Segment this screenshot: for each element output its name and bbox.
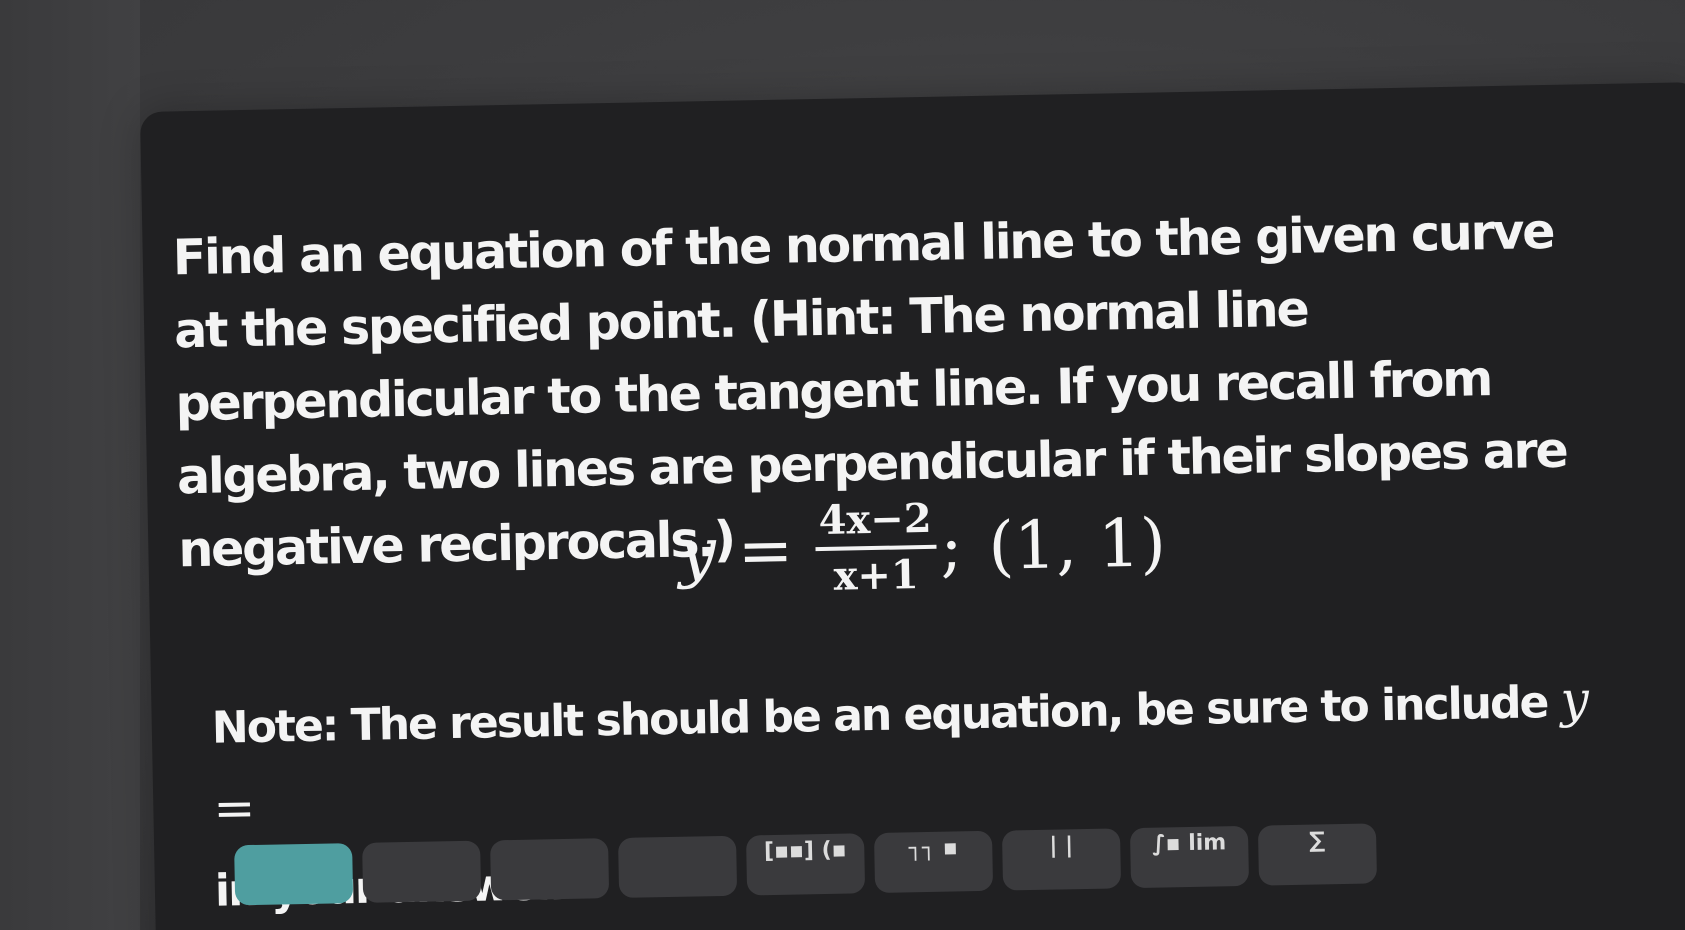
toolbar-button[interactable]	[490, 838, 610, 901]
absolute-value-icon[interactable]: | |	[1001, 828, 1122, 891]
question-panel: Find an equation of the normal line to t…	[140, 82, 1685, 930]
fraction-numerator: 4x−2	[818, 494, 933, 545]
equation-lhs: y	[677, 512, 717, 591]
equation-separator: ;	[939, 507, 964, 586]
toolbar-button[interactable]	[362, 840, 482, 903]
toolbar-button-accent[interactable]	[234, 843, 354, 906]
subscript-icon[interactable]: ┐┐ ▪	[873, 830, 994, 894]
sum-icon[interactable]: ∑	[1257, 823, 1378, 886]
equation-point: (1, 1)	[987, 503, 1167, 585]
equation-equals: =	[737, 511, 794, 590]
fraction-denominator: x+1	[833, 551, 920, 600]
monitor-bezel	[0, 0, 140, 930]
calculus-icon[interactable]: ∫▪ lim	[1129, 825, 1250, 889]
toolbar-button[interactable]	[618, 835, 738, 898]
note-text: Note: The result should be an equation, …	[211, 677, 1548, 754]
curve-equation: y = 4x−2 x+1 ; (1, 1)	[678, 492, 1167, 601]
equation-fraction: 4x−2 x+1	[814, 494, 937, 600]
matrix-icon[interactable]: [▪▪] (▪	[746, 833, 866, 896]
